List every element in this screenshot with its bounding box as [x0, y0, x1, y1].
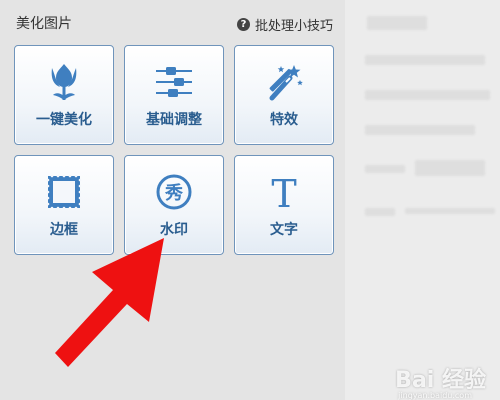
batch-tips-label: 批处理小技巧: [255, 19, 334, 34]
frame-icon: [44, 172, 84, 212]
text-t-icon: T: [264, 172, 304, 212]
tile-label: 文字: [270, 222, 298, 238]
tile-label: 一键美化: [36, 112, 92, 128]
watermark-button[interactable]: 秀 水印: [124, 155, 224, 255]
basic-adjust-button[interactable]: 基础调整: [124, 45, 224, 145]
panel-title: 美化图片: [16, 16, 72, 32]
tile-label: 特效: [270, 112, 298, 128]
magic-wand-icon: [264, 62, 304, 102]
beautify-panel: 美化图片 ? 批处理小技巧 一键美化 基础调整 特效 边框 秀 水印 T 文字: [0, 0, 345, 400]
sliders-icon: [154, 62, 194, 102]
stamp-char: 秀: [164, 183, 183, 204]
tile-label: 边框: [50, 222, 78, 238]
batch-tips-link[interactable]: ? 批处理小技巧: [237, 15, 333, 34]
text-t-char: T: [271, 172, 296, 212]
tile-label: 基础调整: [146, 112, 202, 128]
tile-label: 水印: [160, 222, 188, 238]
blurred-side-panel: Bai 经验 jingyan.baidu.com: [345, 0, 500, 400]
tulip-icon: [44, 62, 84, 102]
help-icon: ?: [237, 18, 250, 31]
site-watermark-sub: jingyan.baidu.com: [398, 391, 472, 400]
text-button[interactable]: T 文字: [234, 155, 334, 255]
frame-button[interactable]: 边框: [14, 155, 114, 255]
watermark-stamp-icon: 秀: [154, 172, 194, 212]
one-click-beautify-button[interactable]: 一键美化: [14, 45, 114, 145]
site-watermark: Bai 经验: [395, 368, 486, 393]
effects-button[interactable]: 特效: [234, 45, 334, 145]
